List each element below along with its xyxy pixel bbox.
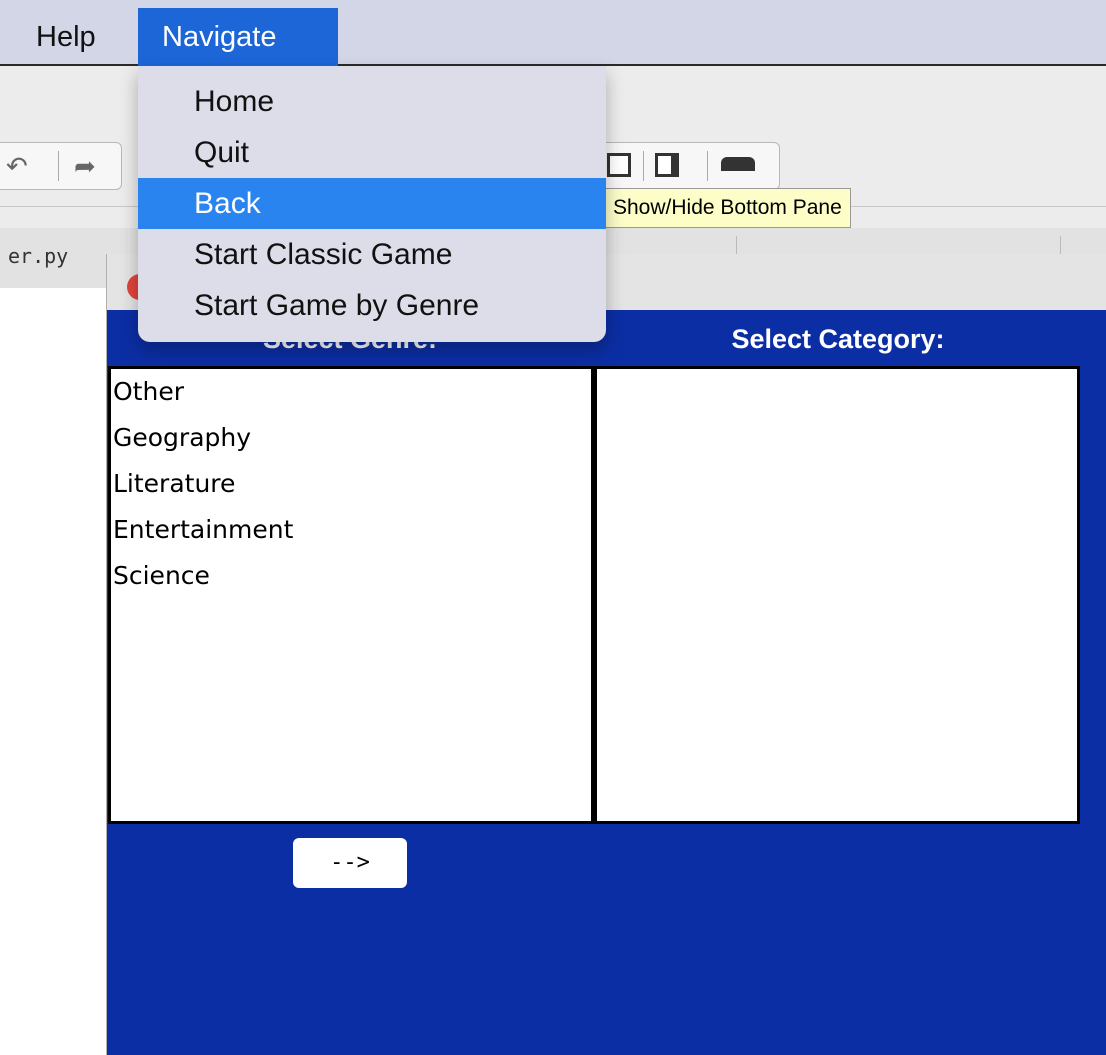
navigate-dropdown: Home Quit Back Start Classic Game Start … <box>138 66 606 342</box>
editor-gutter <box>0 288 107 1055</box>
menu-item-start-game-by-genre[interactable]: Start Game by Genre <box>138 280 606 331</box>
tooltip: Show/Hide Bottom Pane <box>604 188 851 228</box>
redo-icon[interactable]: ➦ <box>74 151 96 182</box>
divider <box>58 151 59 181</box>
list-item[interactable]: Science <box>111 553 591 599</box>
list-item[interactable]: Entertainment <box>111 507 591 553</box>
list-item[interactable]: Geography <box>111 415 591 461</box>
left-pane-icon[interactable] <box>607 153 631 177</box>
undo-redo-group: ↶ ➦ <box>0 142 122 190</box>
pane-toggle-group <box>598 142 780 190</box>
divider <box>643 151 644 181</box>
list-item[interactable]: Other <box>111 369 591 415</box>
menu-item-back[interactable]: Back <box>138 178 606 229</box>
next-button[interactable]: --> <box>293 838 407 888</box>
menu-navigate[interactable]: Navigate <box>138 8 338 66</box>
editor-tab[interactable]: er.py <box>8 244 68 268</box>
bottom-pane-icon[interactable] <box>721 157 755 171</box>
divider <box>707 151 708 181</box>
menu-bar: Help Navigate <box>0 0 1106 66</box>
menu-help[interactable]: Help <box>12 8 120 64</box>
menu-item-home[interactable]: Home <box>138 76 606 127</box>
menu-item-quit[interactable]: Quit <box>138 127 606 178</box>
select-category-label: Select Category: <box>731 324 945 354</box>
game-window-body: Select Genre: Select Category: Other Geo… <box>107 310 1106 1055</box>
undo-icon[interactable]: ↶ <box>6 151 28 182</box>
category-listbox[interactable] <box>594 366 1080 824</box>
game-window: Select Genre: Select Category: Other Geo… <box>106 254 1106 1055</box>
list-item[interactable]: Literature <box>111 461 591 507</box>
genre-listbox[interactable]: Other Geography Literature Entertainment… <box>108 366 594 824</box>
menu-item-start-classic-game[interactable]: Start Classic Game <box>138 229 606 280</box>
right-pane-icon[interactable] <box>655 153 679 177</box>
